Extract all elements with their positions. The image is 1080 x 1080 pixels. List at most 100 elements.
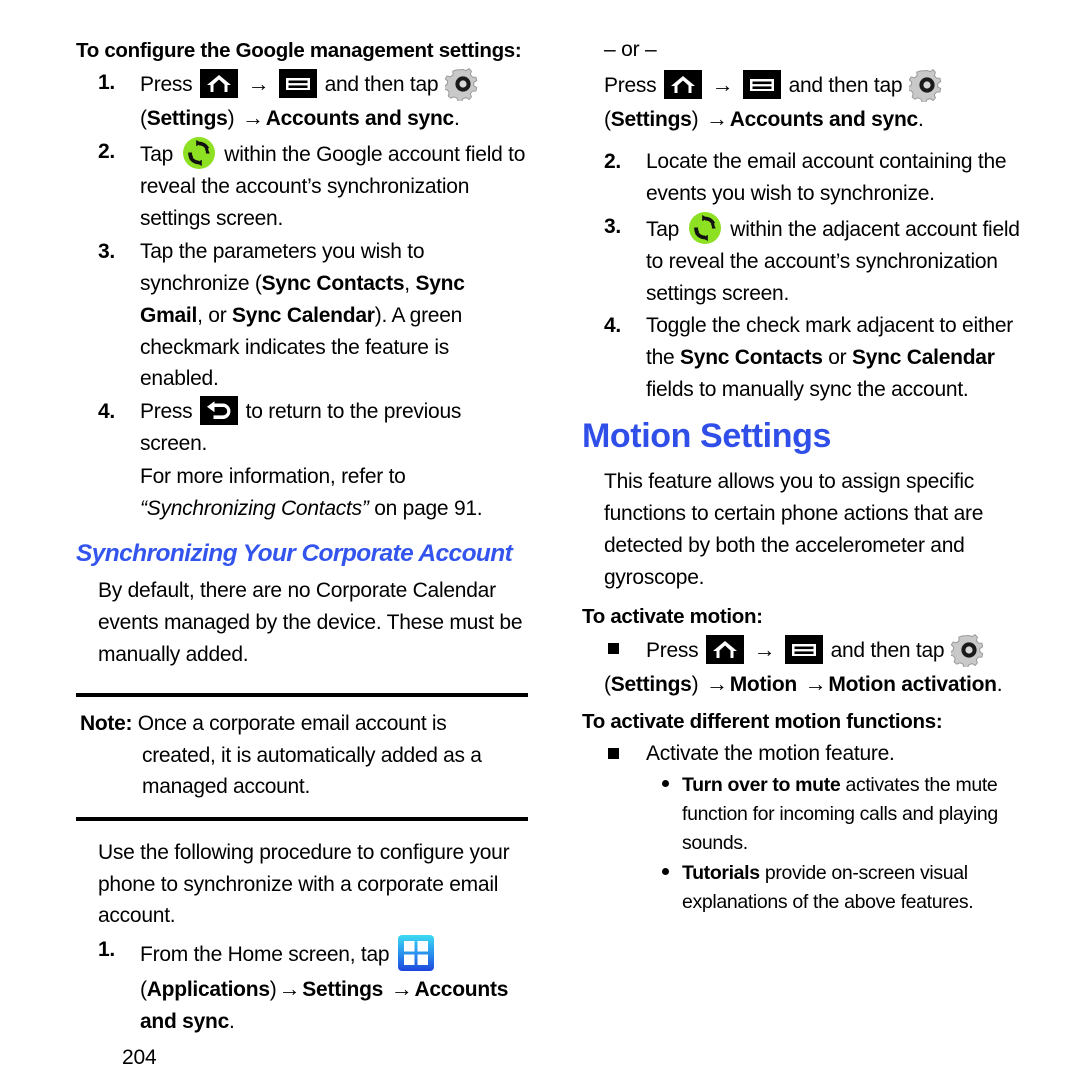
motion-label: Motion	[729, 672, 798, 696]
step-3-text-2: ,	[404, 271, 416, 295]
sub-bullet-tutorials: Tutorials provide on-screen visual expla…	[582, 859, 1034, 918]
step-text-pre: Tap	[140, 143, 174, 167]
or-alternate-step: Press → and then tap (Settings) →Account…	[582, 68, 1034, 136]
paren-close: )	[269, 978, 277, 1002]
settings-label: Settings	[302, 978, 384, 1002]
menu-icon	[784, 634, 823, 664]
paren-open: (	[604, 672, 611, 696]
cross-reference-page: on page 91.	[368, 497, 483, 521]
period: .	[229, 1010, 235, 1034]
arrow-glyph: →	[705, 670, 728, 696]
arrow-glyph: →	[278, 976, 301, 1002]
activate-motion-bullets: Press → and then tap (Settings) →Motion …	[582, 633, 1034, 701]
step-1-settings-label: Settings	[146, 107, 228, 131]
sync-contacts-label: Sync Contacts	[680, 346, 823, 370]
home-icon	[200, 69, 239, 99]
step-2: 2. Tap within the Google account field t…	[76, 136, 528, 235]
more-info-line: For more information, refer to “Synchron…	[76, 461, 528, 525]
step-2: 2. Locate the email account containing t…	[582, 146, 1034, 210]
period: .	[918, 108, 924, 131]
bullet-press-settings-motion: Press → and then tap (Settings) →Motion …	[582, 633, 1034, 701]
corporate-intro-paragraph: By default, there are no Corporate Calen…	[98, 579, 523, 667]
corporate-sync-steps: 2. Locate the email account containing t…	[582, 146, 1034, 406]
step-1-line2-paren-open: (	[140, 107, 147, 131]
cross-reference-title: “Synchronizing Contacts”	[140, 497, 369, 521]
step-text-pre: Press	[604, 74, 657, 97]
square-bullet-icon	[608, 642, 619, 654]
manual-page: To configure the Google management setti…	[0, 0, 1080, 1080]
arrow-glyph: →	[390, 976, 413, 1002]
sync-icon	[688, 211, 722, 245]
sub-bullet-turn-over-to-mute: Turn over to mute activates the mute fun…	[582, 771, 1034, 859]
step-4: 4. Toggle the check mark adjacent to eith…	[582, 310, 1034, 406]
step-text-mid: and then tap	[324, 73, 439, 97]
step-text-pre: From the Home screen, tap	[140, 943, 390, 967]
note-body: Note: Once a corporate email account is …	[76, 697, 528, 815]
step-3-text-3: , or	[197, 303, 233, 327]
arrow-glyph: →	[753, 636, 776, 662]
arrow-glyph: →	[711, 72, 734, 97]
dot-bullet-icon	[662, 867, 669, 875]
sync-calendar-label: Sync Calendar	[232, 303, 375, 327]
dot-bullet-icon	[662, 779, 669, 787]
step-number: 2.	[98, 140, 116, 164]
sync-icon	[182, 136, 216, 170]
arrow-glyph: →	[241, 105, 264, 131]
paren-open: (	[604, 108, 611, 131]
step-number: 2.	[604, 149, 622, 173]
arrow-glyph: →	[804, 670, 827, 696]
left-column: To configure the Google management setti…	[76, 38, 528, 1070]
google-management-steps: 1. Press → and then tap (Settings) →Acco…	[76, 67, 528, 460]
step-number: 3.	[604, 214, 622, 238]
section-heading-motion-settings: Motion Settings	[582, 417, 831, 456]
step-1: 1. Press → and then tap (Settings) →Acco…	[76, 67, 528, 135]
step-text-mid: and then tap	[788, 74, 903, 97]
step-number: 4.	[98, 400, 116, 424]
more-info-text: For more information, refer to	[140, 465, 406, 489]
paren-close: )	[691, 672, 699, 696]
turn-over-to-mute-label: Turn over to mute	[682, 773, 841, 796]
paren-open: (	[140, 978, 147, 1002]
task-heading-activate-motion: To activate motion:	[582, 604, 763, 628]
page-number: 204	[122, 1046, 157, 1070]
paren-close: )	[691, 108, 699, 131]
settings-label: Settings	[610, 108, 692, 131]
applications-label: Applications	[146, 978, 270, 1002]
section-heading-synchronizing-corporate-account: Synchronizing Your Corporate Account	[76, 540, 513, 568]
gear-icon	[444, 67, 481, 102]
procedure-paragraph: Use the following procedure to configure…	[98, 840, 510, 928]
motion-sub-bullets: Turn over to mute activates the mute fun…	[582, 771, 1034, 917]
task-heading-activate-different-motion-functions: To activate different motion functions:	[582, 709, 943, 733]
procedure-step-1: 1. From the Home screen, tap (Applicatio…	[76, 934, 528, 1038]
step-4-text-3: fields to manually sync the account.	[646, 378, 969, 402]
note-text: Once a corporate email account is create…	[132, 712, 482, 799]
bullet-text-pre: Press	[646, 638, 699, 662]
step-1-period: .	[454, 107, 460, 131]
motion-activation-label: Motion activation	[828, 672, 997, 696]
applications-icon	[397, 934, 435, 972]
bullet-activate-motion-feature: Activate the motion feature.	[582, 738, 1034, 770]
settings-label: Settings	[610, 672, 692, 696]
step-1-accounts-sync-label: Accounts and sync	[265, 107, 455, 131]
sync-contacts-label: Sync Contacts	[261, 271, 405, 295]
tutorials-label: Tutorials	[682, 861, 760, 884]
square-bullet-icon	[608, 747, 619, 759]
step-text: Locate the email account containing the …	[646, 149, 1007, 205]
step-text-pre: Press	[140, 400, 193, 424]
corporate-procedure-steps: 1. From the Home screen, tap (Applicatio…	[76, 934, 528, 1038]
home-icon	[706, 634, 745, 664]
gear-icon	[950, 633, 987, 667]
accounts-sync-label: Accounts and sync	[729, 108, 919, 131]
step-number: 1.	[98, 71, 116, 95]
motion-feature-bullets: Activate the motion feature.	[582, 738, 1034, 770]
task-heading-google-management: To configure the Google management setti…	[76, 39, 522, 62]
step-number: 3.	[98, 239, 116, 263]
bullet-text-mid: and then tap	[830, 638, 945, 662]
step-4: 4. Press to return to the previous scree…	[76, 396, 528, 460]
bullet-text: Activate the motion feature.	[646, 741, 895, 765]
arrow-glyph: →	[705, 106, 728, 131]
menu-icon	[278, 69, 317, 99]
step-3: 3. Tap within the adjacent account field…	[582, 211, 1034, 310]
home-icon	[664, 70, 703, 99]
motion-intro-paragraph: This feature allows you to assign specif…	[604, 469, 984, 589]
